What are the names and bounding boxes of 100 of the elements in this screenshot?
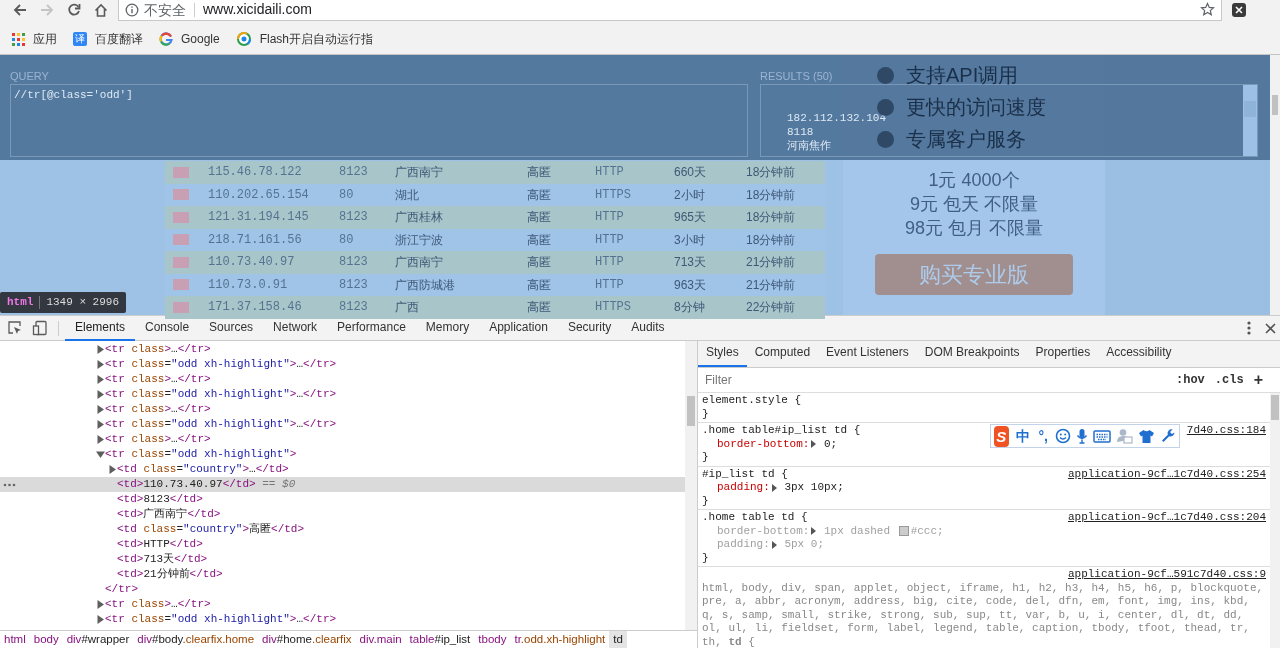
dom-node[interactable]: <tr class>…</tr> [0,372,685,387]
scrollbar-thumb[interactable] [1271,395,1279,420]
breadcrumb-link[interactable]: tr.odd.xh-highlight [510,631,610,648]
sidebar-tab[interactable]: Computed [746,343,819,367]
source-link[interactable]: application-9cf…1c7d40.css:204 [1067,511,1266,525]
devtools-tab[interactable]: Console [135,315,200,341]
star-icon[interactable] [1200,2,1215,17]
dom-node[interactable]: <td>21分钟前</td> [0,567,685,582]
devtools-tab[interactable]: Performance [327,315,416,341]
dom-node[interactable]: <tr class="odd xh-highlight"> [0,447,685,462]
home-icon[interactable] [93,3,108,17]
dom-node[interactable]: <tr class="odd xh-highlight">…</tr> [0,357,685,372]
sidebar-tab[interactable]: Accessibility [1098,343,1180,367]
hov-toggle[interactable]: :hov [1176,371,1205,389]
sidebar-tab[interactable]: Event Listeners [818,343,917,367]
scrollbar-thumb[interactable] [1272,95,1278,115]
dom-node[interactable]: <td>8123</td> [0,492,685,507]
extension-icon[interactable] [1232,3,1246,17]
color-swatch[interactable] [898,526,909,537]
expand-arrow-icon[interactable] [769,540,778,549]
breadcrumb-link[interactable]: table#ip_list [405,631,475,648]
css-selector: #ip_list td { [702,467,788,481]
dom-node[interactable]: <td class="country">高匿</td> [0,522,685,537]
dom-node[interactable]: <td>110.73.40.97</td> == $0 [0,477,685,492]
source-link[interactable]: application-9cf…1c7d40.css:254 [1067,467,1266,481]
devtools-tab[interactable]: Application [479,315,558,341]
ellipsis-icon[interactable] [3,483,16,487]
address-bar[interactable]: 不安全 www.xicidaili.com [118,0,1222,21]
dom-node[interactable]: <td class="country">…</td> [0,462,685,477]
breadcrumb-link[interactable]: div#wrapper [62,631,134,648]
expand-arrow-icon[interactable] [809,440,818,449]
security-label: 不安全 [139,2,195,17]
dom-node[interactable]: <tr class="odd xh-highlight">…</tr> [0,417,685,432]
punctuation-toggle[interactable]: °, [1036,425,1050,447]
reload-icon[interactable] [66,3,81,17]
back-arrow-icon[interactable] [12,3,27,17]
breadcrumb-link[interactable]: html [0,631,30,648]
expand-arrow-icon[interactable] [769,483,778,492]
inspect-icon[interactable] [7,320,23,336]
devtools-tab[interactable]: Memory [415,315,480,341]
dom-node[interactable]: <tr class="odd xh-highlight">…</tr> [0,612,685,627]
breadcrumb-link[interactable]: body [29,631,63,648]
bookmark-link[interactable]: 译 百度翻译 [73,30,143,48]
breadcrumb-link[interactable]: tbody [474,631,511,648]
table-cell-text: 8123 [339,276,369,294]
table-cell-text: 121.31.194.145 [208,209,310,227]
sidebar-tab[interactable]: DOM Breakpoints [916,343,1028,367]
add-rule-button[interactable]: + [1253,368,1263,392]
breadcrumb-link[interactable]: td [609,631,627,648]
devtools-tab[interactable]: Sources [199,315,264,341]
breadcrumb-link[interactable]: div#body.clearfix.home [133,631,259,648]
expand-arrow-icon[interactable] [107,465,117,474]
query-field[interactable]: //tr[@class='odd'] [10,84,748,157]
source-link[interactable]: application-9cf…591c7d40.css:9 [1067,568,1266,582]
info-icon [125,2,139,17]
sidebar-tab[interactable]: Styles [698,343,747,367]
more-icon[interactable] [1247,321,1251,335]
source-link[interactable]: 7d40.css:184 [1186,424,1266,438]
sidebar-tab[interactable]: Properties [1027,343,1099,367]
dom-node[interactable]: <tr class>…</tr> [0,432,685,447]
scrollbar-thumb[interactable] [687,396,695,426]
devtools-tab[interactable]: Elements [65,315,136,341]
dom-node[interactable]: <tr class>…</tr> [0,402,685,417]
devtools-tab[interactable]: Audits [621,315,675,341]
table-cell-text: 218.71.161.56 [208,231,303,249]
dom-node[interactable]: <td>HTTP</td> [0,537,685,552]
expand-arrow-icon[interactable] [809,527,818,536]
table-cell-text: 广西防城港 [395,276,456,294]
dom-node[interactable]: <td>713天</td> [0,552,685,567]
dom-node[interactable]: <tr class>…</tr> [0,342,685,357]
flag-icon [173,211,189,223]
closing-tag[interactable]: </tr> [0,582,685,597]
devtools-tab[interactable]: Network [263,315,328,341]
keyboard-icon[interactable] [1093,429,1111,443]
ime-mode-toggle[interactable]: 中 [1013,425,1032,447]
bookmark-link[interactable]: 应用 [12,30,57,48]
device-icon[interactable] [32,320,48,336]
dom-node[interactable]: <tr class>…</tr> [0,597,685,612]
cls-toggle[interactable]: .cls [1214,371,1244,389]
dom-node[interactable]: <td>广西南宁</td> [0,507,685,522]
microphone-icon[interactable] [1076,428,1088,444]
dom-node[interactable]: <tr class="odd xh-highlight">…</tr> [0,387,685,402]
shirt-icon[interactable] [1138,428,1155,444]
wrench-icon[interactable] [1160,428,1176,444]
devtools-tab[interactable]: Security [557,315,622,341]
bookmark-link[interactable]: Flash开启自动运行指 [235,30,374,48]
css-declaration[interactable]: padding: 3px 10px; [702,481,1266,495]
bookmark-link[interactable]: Google [159,30,220,48]
breadcrumb-link[interactable]: div.main [355,631,406,648]
table-cell-text: 963天 [674,276,708,294]
table-cell-text: HTTP [595,276,625,294]
table-cell-text: 高匿 [527,276,552,294]
breadcrumb-link[interactable]: div#home.clearfix [258,631,356,648]
table-cell-text: 80 [339,186,355,204]
ring-icon [235,31,252,47]
table-cell-text: 高匿 [527,209,552,227]
close-icon[interactable] [1265,322,1276,334]
collapse-arrow-icon[interactable] [95,450,105,459]
smiley-icon[interactable] [1055,428,1071,444]
scrollbar-thumb[interactable] [1244,101,1256,117]
